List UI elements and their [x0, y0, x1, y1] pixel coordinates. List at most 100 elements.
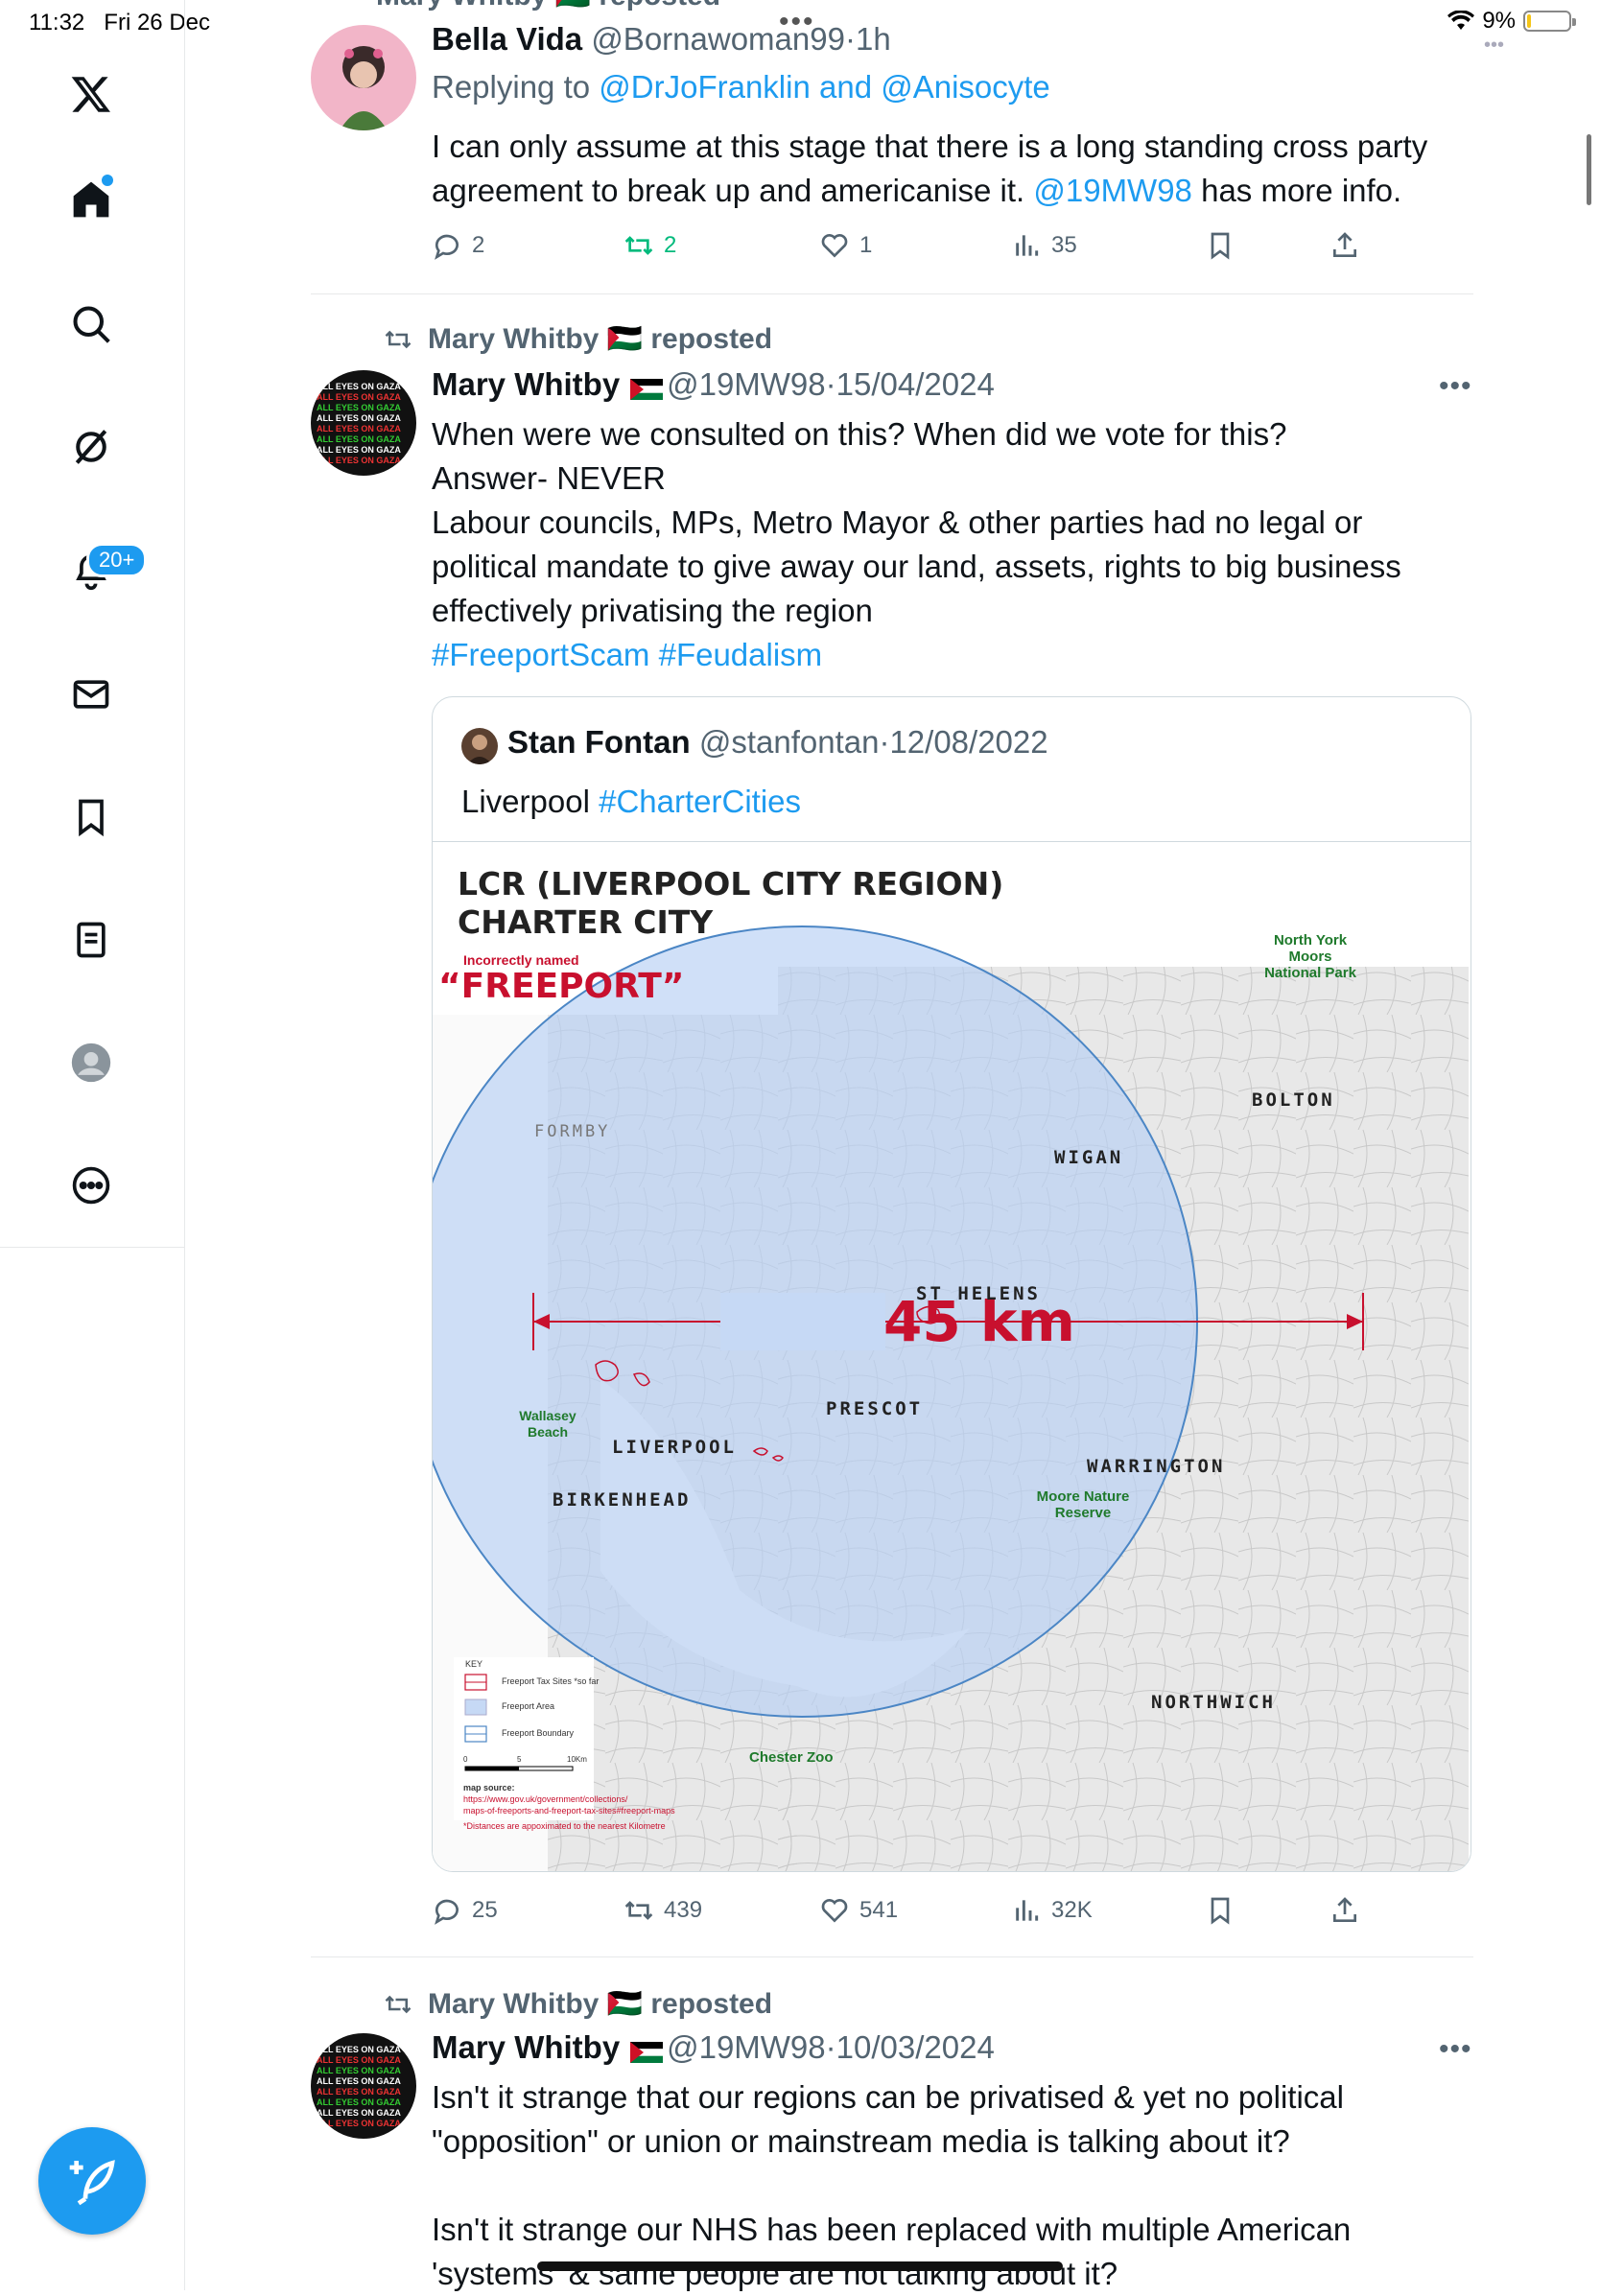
palestine-flag-icon [629, 2041, 663, 2063]
search-icon[interactable] [62, 295, 120, 353]
more-options-icon[interactable] [62, 1157, 120, 1214]
profile-avatar-icon[interactable] [62, 1034, 120, 1091]
svg-text:ALL EYES ON GAZA: ALL EYES ON GAZA [317, 2108, 401, 2118]
battery-percent: 9% [1482, 8, 1516, 34]
bookmark-icon [1211, 232, 1230, 260]
display-name[interactable]: Mary Whitby [432, 366, 620, 402]
handle[interactable]: @Bornawoman99 [591, 21, 845, 57]
compose-post-button[interactable] [38, 2127, 146, 2235]
quote-timestamp: 12/08/2022 [889, 724, 1048, 760]
share-button[interactable] [1329, 1895, 1360, 1926]
place-prescot: PRESCOT [826, 1398, 924, 1419]
sidebar-divider [0, 1247, 184, 1248]
more-options-icon[interactable]: ••• [1439, 370, 1472, 403]
svg-text:ALL EYES ON GAZA: ALL EYES ON GAZA [317, 434, 401, 444]
svg-text:ALL EYES ON GAZA: ALL EYES ON GAZA [317, 413, 401, 423]
tweet-separator [311, 293, 1473, 294]
key-scale-0: 0 [463, 1755, 468, 1764]
key-tax-sites: Freeport Tax Sites *so far [502, 1676, 600, 1686]
place-northwich: NORTHWICH [1151, 1692, 1276, 1713]
handle[interactable]: @19MW98 [667, 2029, 826, 2065]
place-warrington: WARRINGTON [1087, 1456, 1226, 1477]
reply-button[interactable]: 2 [432, 230, 484, 261]
tweet-text: When were we consulted on this? When did… [432, 412, 1401, 677]
svg-text:ALL EYES ON GAZA: ALL EYES ON GAZA [317, 2076, 401, 2086]
tweet-header: Bella Vida @Bornawoman99·1h [432, 21, 891, 57]
map-source: map source: https://www.gov.uk/governmen… [463, 1783, 675, 1831]
map-title: LCR (LIVERPOOL CITY REGION) CHARTER CITY [458, 865, 1004, 941]
messages-envelope-icon[interactable] [62, 666, 120, 723]
action-bar: 2 2 1 35 [432, 230, 1477, 272]
quote-hashtag[interactable]: #CharterCities [599, 784, 801, 819]
place-wallasey-beach: Wallasey Beach [519, 1408, 576, 1440]
svg-text:ALL EYES ON GAZA: ALL EYES ON GAZA [317, 2066, 401, 2075]
repost-icon [385, 1995, 412, 2013]
home-indicator[interactable] [537, 2261, 1063, 2271]
place-st-helens: ST HELENS [916, 1283, 1041, 1304]
repost-button[interactable]: 439 [624, 1895, 702, 1926]
timestamp[interactable]: 10/03/2024 [836, 2029, 995, 2065]
repost-label[interactable]: Mary Whitby 🇵🇸 reposted [382, 1987, 772, 2021]
replying-to: Replying to @DrJoFranklin and @Anisocyte [432, 69, 1050, 105]
like-button[interactable]: 541 [819, 1895, 898, 1926]
handle[interactable]: @19MW98 [667, 366, 826, 402]
bookmark-button[interactable] [1205, 230, 1235, 261]
repost-icon [624, 236, 653, 255]
key-scale-10: 10Km [567, 1755, 587, 1764]
svg-text:ALL EYES ON GAZA: ALL EYES ON GAZA [317, 424, 401, 433]
svg-text:ALL EYES ON GAZA: ALL EYES ON GAZA [317, 403, 401, 412]
views-button[interactable]: 35 [1011, 230, 1077, 261]
repost-button[interactable]: 2 [624, 230, 676, 261]
quote-text: Liverpool #CharterCities [461, 784, 802, 819]
quote-avatar [461, 728, 498, 764]
map-image[interactable]: LCR (LIVERPOOL CITY REGION) CHARTER CITY… [433, 842, 1471, 1871]
scrollbar[interactable] [1587, 134, 1591, 205]
repost-icon [624, 1901, 653, 1920]
grok-icon[interactable] [62, 418, 120, 476]
share-button[interactable] [1329, 230, 1360, 261]
x-logo-icon[interactable] [62, 65, 120, 123]
quote-card[interactable]: Stan Fontan @stanfontan·12/08/2022 Liver… [432, 696, 1471, 1872]
tweet-header: Mary Whitby @19MW98·15/04/2024 [432, 366, 995, 402]
views-button[interactable]: 32K [1011, 1895, 1093, 1926]
key-area: Freeport Area [502, 1701, 555, 1711]
avatar[interactable]: ALL EYES ON GAZA ALL EYES ON GAZA ALL EYE… [311, 370, 416, 476]
more-options-icon[interactable]: ••• [1439, 2033, 1472, 2066]
battery-icon [1523, 11, 1576, 32]
repost-label[interactable]: Mary Whitby 🇵🇸 reposted [382, 322, 772, 356]
key-scale-5: 5 [517, 1755, 522, 1764]
place-moore-nature-reserve: Moore Nature Reserve [1036, 1488, 1130, 1521]
action-bar: 25 439 541 32K [432, 1895, 1477, 1937]
mention-link[interactable]: @19MW98 [1033, 173, 1192, 208]
quote-handle: @stanfontan [698, 724, 880, 760]
lists-icon[interactable] [62, 911, 120, 969]
avatar[interactable]: ALL EYES ON GAZA ALL EYES ON GAZA ALL EYE… [311, 2033, 416, 2139]
key-boundary: Freeport Boundary [502, 1728, 575, 1738]
svg-text:ALL EYES ON GAZA: ALL EYES ON GAZA [317, 2119, 401, 2128]
avatar[interactable] [311, 25, 416, 130]
timestamp[interactable]: 15/04/2024 [836, 366, 995, 402]
like-button[interactable]: 1 [819, 230, 872, 261]
place-bolton: BOLTON [1252, 1089, 1335, 1111]
palestine-flag-icon [629, 378, 663, 400]
share-icon [1333, 232, 1356, 257]
hashtags[interactable]: #FreeportScam #Feudalism [432, 633, 1401, 677]
reply-button[interactable]: 25 [432, 1895, 498, 1926]
bookmark-button[interactable] [1205, 1895, 1235, 1926]
display-name[interactable]: Bella Vida [432, 21, 582, 57]
svg-text:ALL EYES ON GAZA: ALL EYES ON GAZA [317, 2087, 401, 2097]
place-formby: FORMBY [534, 1122, 611, 1141]
views-chart-icon [1016, 235, 1039, 256]
views-chart-icon [1016, 1900, 1039, 1921]
svg-text:ALL EYES ON GAZA: ALL EYES ON GAZA [317, 382, 401, 391]
tweet-text: I can only assume at this stage that the… [432, 129, 1428, 208]
replying-to-link[interactable]: @DrJoFranklin and @Anisocyte [599, 69, 1050, 105]
timestamp[interactable]: 1h [856, 21, 891, 57]
bookmarks-icon[interactable] [62, 788, 120, 846]
repost-label[interactable]: Mary Whitby 🇵🇸 reposted [376, 0, 720, 12]
notifications-badge: 20+ [86, 543, 148, 577]
tweet-separator [311, 1956, 1473, 1957]
display-name[interactable]: Mary Whitby [432, 2029, 620, 2065]
top-right-dots-icon: ••• [1483, 35, 1504, 56]
bookmark-icon [1211, 1897, 1230, 1925]
